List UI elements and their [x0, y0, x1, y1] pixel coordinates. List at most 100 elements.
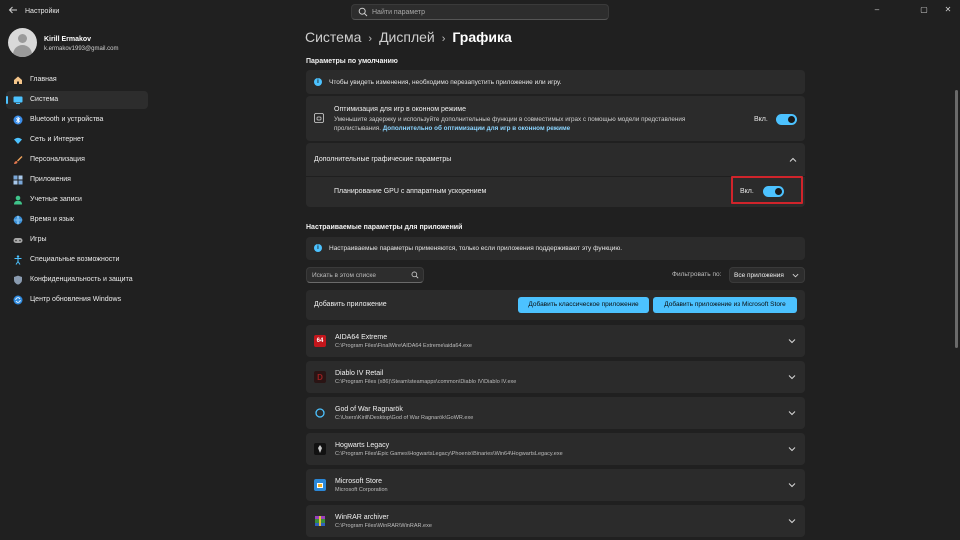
home-icon [13, 75, 23, 85]
title-bar: Настройки Найти параметр – ▢ ✕ [0, 0, 960, 24]
add-classic-app-button[interactable]: Добавить классическое приложение [518, 297, 649, 313]
app-path: C:\Program Files\WinRAR\WinRAR.exe [335, 523, 432, 529]
chevron-down-icon [792, 273, 799, 278]
filter-dropdown[interactable]: Все приложения [729, 267, 805, 283]
sidebar-item-label: Центр обновления Windows [30, 296, 122, 303]
sidebar-item-time-language[interactable]: Время и язык [6, 211, 148, 229]
sidebar-item-label: Персонализация [30, 156, 85, 163]
windowed-optimization-link[interactable]: Дополнительно об оптимизации для игр в о… [383, 125, 570, 132]
restart-info-banner: i Чтобы увидеть изменения, необходимо пе… [306, 70, 805, 94]
filter-dropdown-value: Все приложения [734, 272, 784, 279]
sidebar-item-accessibility[interactable]: Специальные возможности [6, 251, 148, 269]
sidebar-item-personalization[interactable]: Персонализация [6, 151, 148, 169]
info-icon: i [314, 244, 322, 252]
app-row-god-of-war[interactable]: God of War Ragnarök C:\Users\Kirill\Desk… [306, 397, 805, 429]
app-title: Настройки [25, 8, 60, 15]
sidebar-item-label: Время и язык [30, 216, 74, 223]
chevron-down-icon[interactable] [788, 337, 796, 345]
custom-info-text: Настраиваемые параметры применяются, тол… [329, 245, 623, 252]
sidebar-item-privacy[interactable]: Конфиденциальность и защита [6, 271, 148, 289]
sidebar-item-label: Приложения [30, 176, 71, 183]
gow-icon [314, 407, 326, 419]
app-row-winrar[interactable]: WinRAR archiver C:\Program Files\WinRAR\… [306, 505, 805, 537]
chevron-up-icon[interactable] [789, 156, 797, 164]
add-app-label: Добавить приложение [314, 301, 387, 308]
chevron-down-icon[interactable] [788, 517, 796, 525]
app-list-search-input[interactable]: Искать в этом списке [306, 267, 424, 283]
add-store-app-button[interactable]: Добавить приложение из Microsoft Store [653, 297, 797, 313]
user-email: k.ermakov1993@gmail.com [44, 46, 119, 52]
windowed-optimization-row: Оптимизация для игр в оконном режиме Уме… [306, 96, 805, 141]
app-path: Microsoft Corporation [335, 487, 388, 493]
sidebar-nav: Главная Система Bluetooth и устройства С… [6, 71, 148, 311]
winrar-icon [314, 515, 326, 527]
app-name: AIDA64 Extreme [335, 334, 388, 341]
sidebar-item-windows-update[interactable]: Центр обновления Windows [6, 291, 148, 309]
sidebar-item-label: Игры [30, 236, 47, 243]
maximize-button[interactable]: ▢ [915, 3, 933, 17]
sidebar-item-label: Учетные записи [30, 196, 82, 203]
sidebar-item-system[interactable]: Система [6, 91, 148, 109]
app-path: C:\Users\Kirill\Desktop\God of War Ragna… [335, 415, 474, 421]
main-scrollbar[interactable] [955, 90, 958, 348]
search-icon [411, 271, 419, 279]
breadcrumb-separator: › [441, 33, 446, 45]
sidebar-item-bluetooth[interactable]: Bluetooth и устройства [6, 111, 148, 129]
store-icon [314, 479, 326, 491]
app-path: C:\Program Files\FinalWire\AIDA64 Extrem… [335, 343, 472, 349]
breadcrumb-system[interactable]: Система [305, 29, 361, 45]
defaults-section-title: Параметры по умолчанию [306, 58, 398, 65]
windowed-optimization-toggle[interactable] [776, 114, 797, 125]
sidebar-item-label: Bluetooth и устройства [30, 116, 104, 123]
user-name: Kirill Ermakov [44, 36, 92, 43]
bluetooth-icon [13, 115, 23, 125]
windowed-optimization-title: Оптимизация для игр в оконном режиме [334, 106, 467, 113]
back-button[interactable] [6, 5, 20, 19]
breadcrumb-display[interactable]: Дисплей [379, 29, 435, 45]
app-row-diablo[interactable]: D Diablo IV Retail C:\Program Files (x86… [306, 361, 805, 393]
app-row-hogwarts[interactable]: Hogwarts Legacy C:\Program Files\Epic Ga… [306, 433, 805, 465]
accounts-icon [13, 195, 23, 205]
sidebar-item-accounts[interactable]: Учетные записи [6, 191, 148, 209]
user-profile[interactable]: Kirill Ermakov k.ermakov1993@gmail.com [8, 28, 148, 60]
close-button[interactable]: ✕ [939, 3, 957, 17]
shield-icon [13, 275, 23, 285]
minimize-button[interactable]: – [868, 3, 886, 17]
sidebar-item-apps[interactable]: Приложения [6, 171, 148, 189]
chevron-down-icon[interactable] [788, 445, 796, 453]
aida64-icon: 64 [314, 335, 326, 347]
app-row-aida64[interactable]: 64 AIDA64 Extreme C:\Program Files\Final… [306, 325, 805, 357]
app-list-search-placeholder: Искать в этом списке [312, 272, 376, 279]
update-icon [13, 295, 23, 305]
sidebar-item-label: Сеть и Интернет [30, 136, 84, 143]
app-name: Microsoft Store [335, 478, 383, 485]
sidebar-item-gaming[interactable]: Игры [6, 231, 148, 249]
app-name: WinRAR archiver [335, 514, 389, 521]
app-name: God of War Ragnarök [335, 406, 403, 413]
globe-icon [13, 215, 23, 225]
page-title: Графика [452, 29, 512, 45]
chevron-down-icon[interactable] [788, 409, 796, 417]
sidebar-item-label: Главная [30, 76, 57, 83]
hogwarts-icon [314, 443, 326, 455]
restart-info-text: Чтобы увидеть изменения, необходимо пере… [329, 79, 562, 86]
windowed-optimization-toggle-label: Вкл. [754, 116, 768, 123]
app-path: C:\Program Files\Epic Games\HogwartsLega… [335, 451, 563, 457]
sidebar-item-network[interactable]: Сеть и Интернет [6, 131, 148, 149]
chevron-down-icon[interactable] [788, 373, 796, 381]
gpu-scheduling-label: Планирование GPU с аппаратным ускорением [334, 188, 487, 195]
sidebar-item-home[interactable]: Главная [6, 71, 148, 89]
app-row-microsoft-store[interactable]: Microsoft Store Microsoft Corporation [306, 469, 805, 501]
chevron-down-icon[interactable] [788, 481, 796, 489]
back-arrow-icon [8, 6, 17, 14]
breadcrumb-separator: › [368, 33, 373, 45]
diablo-icon: D [314, 371, 326, 383]
custom-info-banner: i Настраиваемые параметры применяются, т… [306, 237, 805, 260]
advanced-graphics-title[interactable]: Дополнительные графические параметры [314, 156, 451, 163]
settings-search-input[interactable]: Найти параметр [351, 4, 609, 20]
avatar [8, 28, 37, 57]
search-placeholder: Найти параметр [372, 9, 425, 16]
custom-section-title: Настраиваемые параметры для приложений [306, 224, 463, 231]
apps-icon [13, 175, 23, 185]
app-name: Hogwarts Legacy [335, 442, 390, 449]
